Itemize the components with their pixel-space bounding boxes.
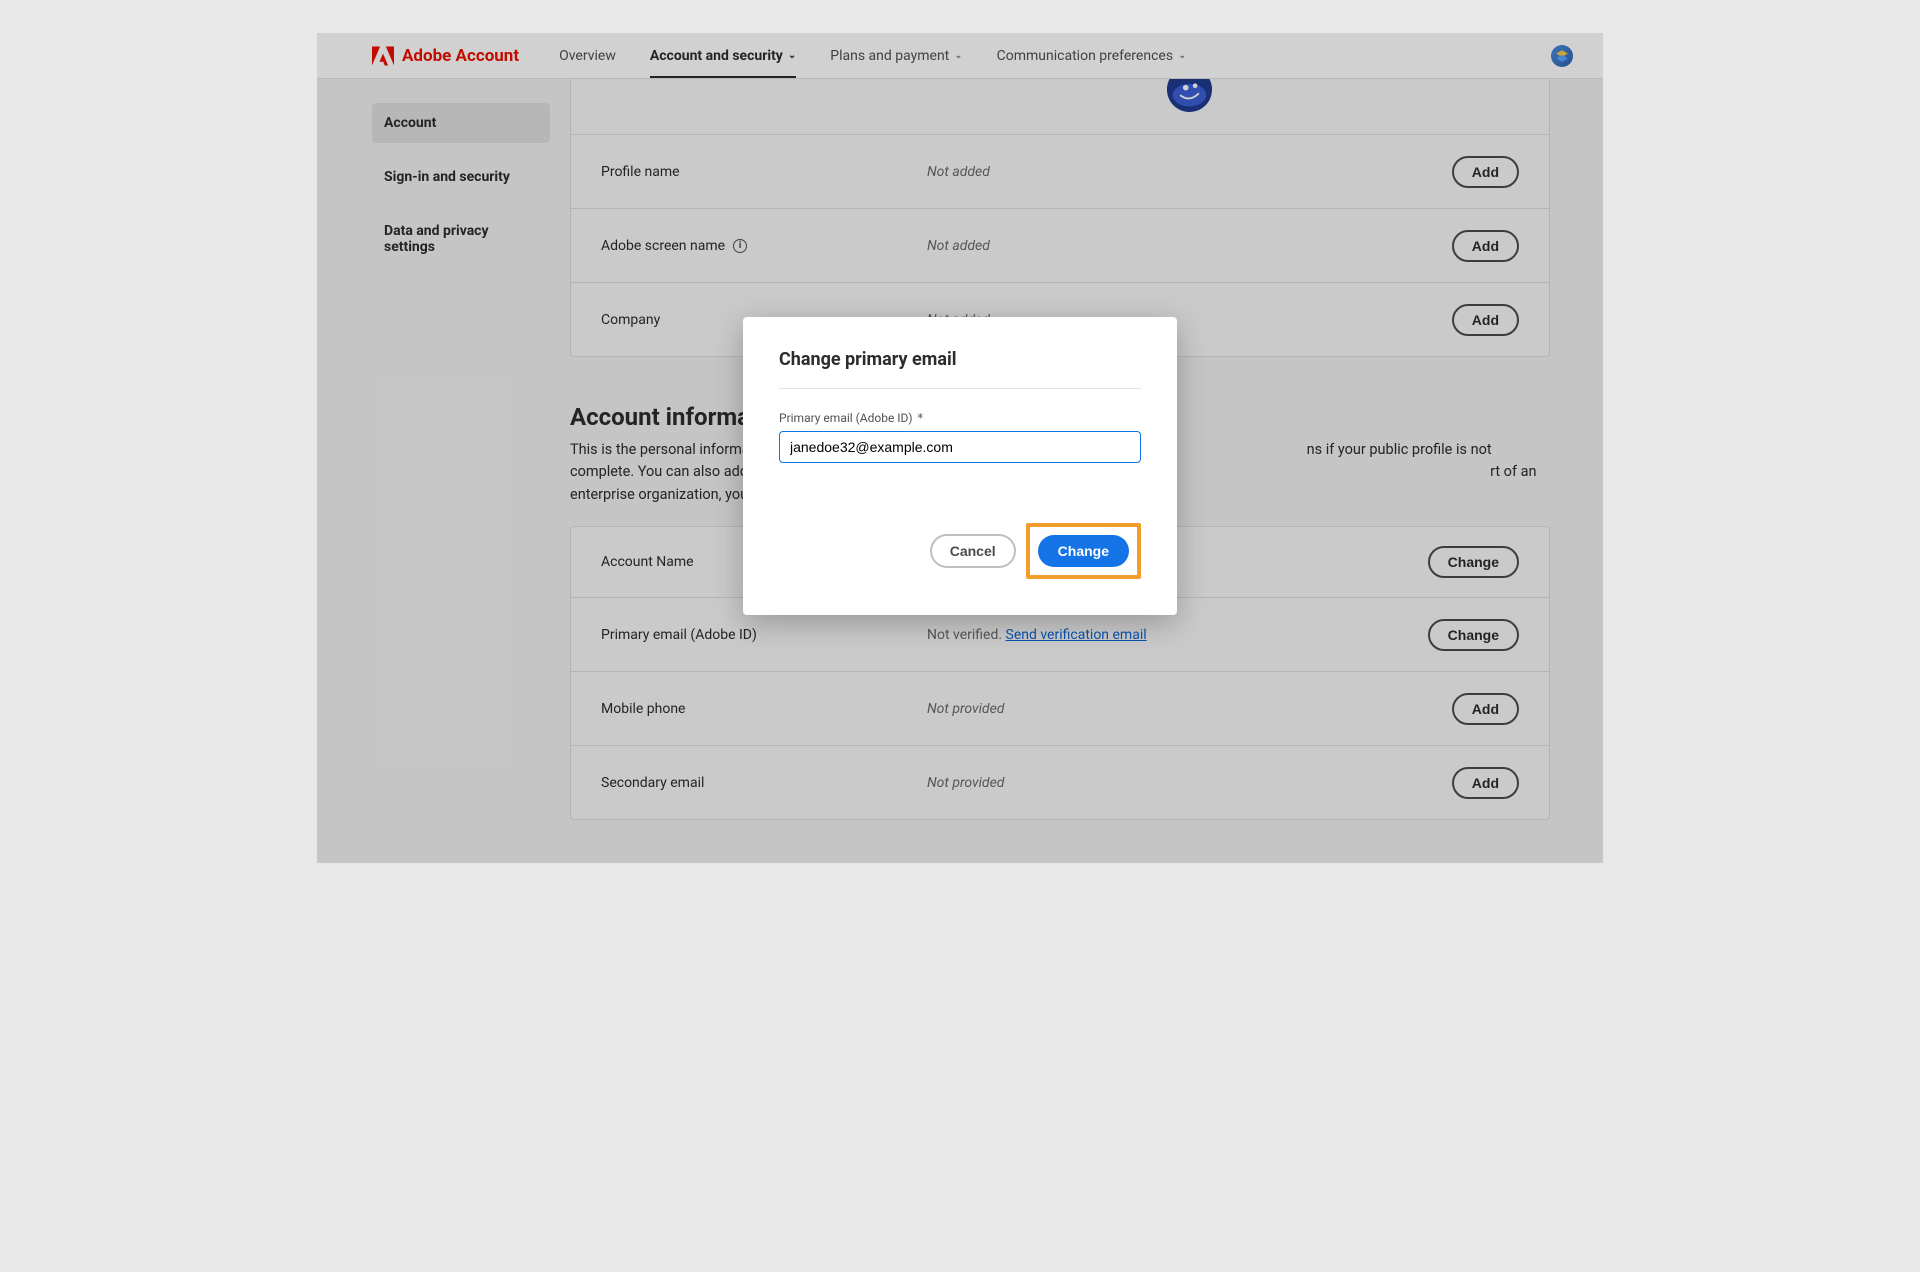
tutorial-highlight: Change <box>1026 523 1141 579</box>
cancel-button[interactable]: Cancel <box>930 534 1016 568</box>
change-button[interactable]: Change <box>1038 535 1129 567</box>
change-primary-email-modal: Change primary email Primary email (Adob… <box>743 317 1177 615</box>
required-asterisk: * <box>917 411 924 425</box>
modal-field-label: Primary email (Adobe ID)* <box>779 411 1141 425</box>
primary-email-input[interactable] <box>779 431 1141 463</box>
modal-actions: Cancel Change <box>779 523 1141 579</box>
modal-title: Change primary email <box>779 349 1141 389</box>
